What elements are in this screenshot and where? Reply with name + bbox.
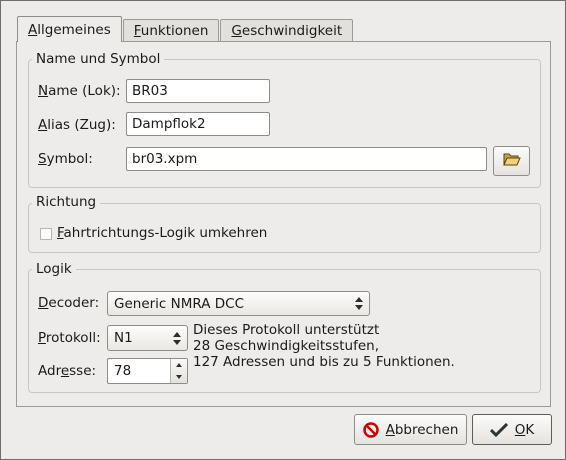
tab-label-geschwindigkeit: Geschwindigkeit <box>231 22 343 39</box>
spin-down-button[interactable] <box>171 371 187 383</box>
decoder-value: Generic NMRA DCC <box>114 295 244 312</box>
protocol-info-text: Dieses Protokoll unterstützt 28 Geschwin… <box>193 322 455 370</box>
name-symbol-group-title: Name und Symbol <box>32 51 165 67</box>
updown-arrows-icon <box>173 332 181 349</box>
protocol-info-line: 28 Geschwindigkeitsstufen, <box>193 338 379 354</box>
cancel-button-label: Abbrechen <box>385 421 459 438</box>
updown-arrows-icon <box>355 297 363 314</box>
browse-symbol-button[interactable] <box>493 146 530 176</box>
checkmark-icon <box>489 422 508 437</box>
symbol-label: Symbol: <box>38 151 93 167</box>
reverse-logic-checkbox[interactable] <box>40 228 52 240</box>
tab-label-funktionen: Funktionen <box>133 22 209 39</box>
protocol-label: Protokoll: <box>38 330 101 346</box>
address-spin-buttons <box>170 359 187 383</box>
protocol-value: N1 <box>114 330 133 346</box>
tab-label-allgemeines: Allgemeines <box>28 21 111 38</box>
alias-input-value: Dampflok2 <box>132 116 206 132</box>
ok-button[interactable]: OK <box>472 414 552 445</box>
tab-panel-allgemeines: Name und Symbol Name (Lok): BR03 Alias (… <box>16 41 551 407</box>
reverse-logic-label: Fahrtrichtungs-Logik umkehren <box>57 225 268 241</box>
tab-geschwindigkeit[interactable]: Geschwindigkeit <box>220 19 354 41</box>
decoder-combobox[interactable]: Generic NMRA DCC <box>107 291 370 316</box>
symbol-input[interactable]: br03.xpm <box>126 147 487 171</box>
ok-button-label: OK <box>514 421 535 438</box>
tab-bar: Allgemeines Funktionen Geschwindigkeit <box>17 16 354 42</box>
address-value: 78 <box>114 363 132 379</box>
protocol-info-line: Dieses Protokoll unterstützt <box>193 322 380 338</box>
protocol-info-line: 127 Adressen und bis zu 5 Funktionen. <box>193 354 455 370</box>
protocol-combobox[interactable]: N1 <box>107 325 188 351</box>
alias-input[interactable]: Dampflok2 <box>126 112 270 136</box>
folder-open-icon <box>502 151 521 171</box>
address-label: Adresse: <box>38 363 97 379</box>
arrow-up-icon <box>176 363 182 367</box>
address-spinbutton[interactable]: 78 <box>107 358 188 384</box>
direction-group-title: Richtung <box>32 194 101 210</box>
alias-label: Alias (Zug): <box>38 117 116 133</box>
cancel-button[interactable]: Abbrechen <box>354 414 467 445</box>
symbol-input-value: br03.xpm <box>132 151 198 167</box>
name-label: Name (Lok): <box>38 83 121 99</box>
name-input-value: BR03 <box>132 83 168 99</box>
logic-group-title: Logik <box>32 261 76 277</box>
tab-funktionen[interactable]: Funktionen <box>122 19 220 41</box>
dialog-window: Allgemeines Funktionen Geschwindigkeit N… <box>0 0 566 460</box>
name-input[interactable]: BR03 <box>126 79 270 103</box>
cancel-icon <box>362 421 379 438</box>
tab-allgemeines[interactable]: Allgemeines <box>17 16 122 42</box>
arrow-down-icon <box>176 375 182 379</box>
spin-up-button[interactable] <box>171 359 187 371</box>
decoder-label: Decoder: <box>38 295 100 311</box>
